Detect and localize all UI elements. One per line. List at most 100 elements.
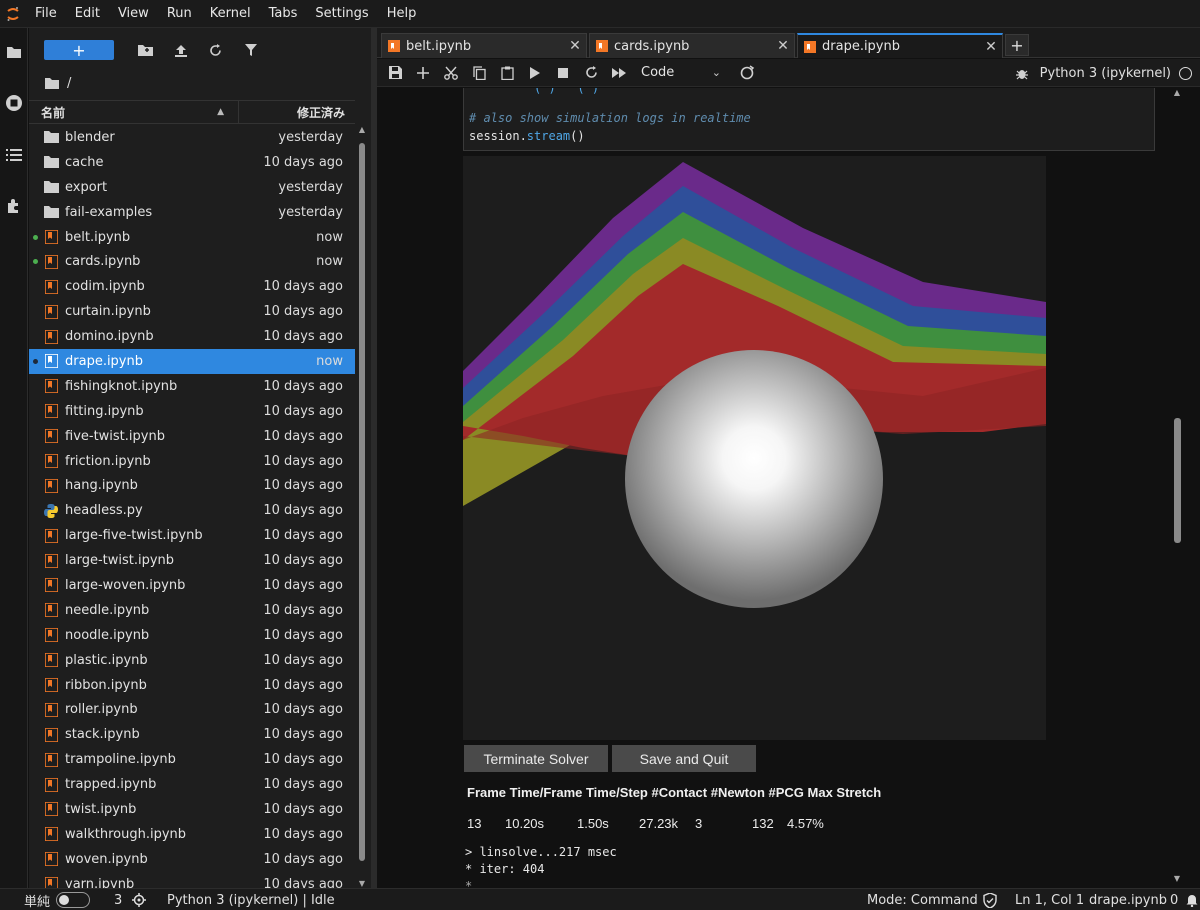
breadcrumb-path[interactable]: / [67, 76, 71, 91]
scrollbar-thumb[interactable] [359, 143, 365, 861]
file-row[interactable]: drape.ipynb now [29, 349, 355, 374]
file-row[interactable]: twist.ipynb 10 days ago [29, 797, 355, 822]
refresh-icon[interactable] [198, 38, 233, 62]
copy-icon[interactable] [465, 61, 493, 85]
notebook-scrollbar[interactable]: ▲ ▼ [1170, 88, 1184, 883]
file-row[interactable]: fitting.ipynb 10 days ago [29, 399, 355, 424]
paste-icon[interactable] [493, 61, 521, 85]
menu-run[interactable]: Run [158, 0, 201, 28]
file-row[interactable]: plastic.ipynb 10 days ago [29, 648, 355, 673]
simple-mode-toggle[interactable] [56, 892, 91, 908]
file-row[interactable]: large-woven.ipynb 10 days ago [29, 573, 355, 598]
terminal-count-group[interactable]: 3 [114, 889, 147, 910]
file-row[interactable]: cache 10 days ago [29, 150, 355, 175]
close-icon[interactable]: ✕ [564, 38, 586, 54]
notification-bell-icon[interactable] [1186, 889, 1198, 910]
simulation-viewport[interactable] [463, 156, 1046, 740]
breadcrumb-folder-icon[interactable] [45, 77, 59, 89]
restart-run-all-icon[interactable] [605, 61, 633, 85]
scroll-down-arrow-icon[interactable]: ▼ [1172, 874, 1182, 883]
table-of-contents-icon[interactable] [0, 141, 28, 169]
file-row[interactable]: fishingknot.ipynb 10 days ago [29, 374, 355, 399]
file-row[interactable]: woven.ipynb 10 days ago [29, 847, 355, 872]
upload-icon[interactable] [163, 38, 198, 62]
save-icon[interactable] [381, 61, 409, 85]
file-row[interactable]: yarn.ipynb 10 days ago [29, 872, 355, 888]
save-and-quit-button[interactable]: Save and Quit [612, 745, 756, 772]
stat-newton: 3 [695, 816, 703, 831]
run-cell-icon[interactable] [521, 61, 549, 85]
file-row[interactable]: walkthrough.ipynb 10 days ago [29, 822, 355, 847]
notebook-icon [43, 826, 59, 842]
terminate-solver-button[interactable]: Terminate Solver [464, 745, 608, 772]
new-launcher-button[interactable]: + [44, 40, 114, 60]
file-row[interactable]: trampoline.ipynb 10 days ago [29, 747, 355, 772]
code-cell[interactable]: ( ) ( ) # also show simulation logs in r… [463, 88, 1155, 151]
file-row[interactable]: cards.ipynb now [29, 249, 355, 274]
file-row[interactable]: large-twist.ipynb 10 days ago [29, 548, 355, 573]
file-row[interactable]: domino.ipynb 10 days ago [29, 324, 355, 349]
trusted-shield-icon[interactable] [983, 889, 997, 910]
filter-icon[interactable] [233, 38, 268, 62]
scroll-down-arrow-icon[interactable]: ▼ [357, 879, 367, 888]
file-modified: 10 days ago [263, 752, 343, 768]
column-header-name[interactable]: 名前 ▲ [29, 101, 239, 123]
file-modified: 10 days ago [263, 677, 343, 693]
menu-tabs[interactable]: Tabs [260, 0, 307, 28]
notification-count[interactable]: 0 [1170, 889, 1178, 910]
tab-belt[interactable]: belt.ipynb ✕ [381, 33, 587, 58]
insert-cell-plus-icon[interactable] [409, 61, 437, 85]
cut-icon[interactable] [437, 61, 465, 85]
close-icon[interactable]: ✕ [772, 38, 794, 54]
file-row[interactable]: fail-examples yesterday [29, 200, 355, 225]
debugger-bug-icon[interactable] [1015, 67, 1028, 80]
menu-view[interactable]: View [109, 0, 158, 28]
extensions-puzzle-icon[interactable] [0, 192, 28, 220]
close-icon[interactable]: ✕ [980, 39, 1002, 55]
scroll-up-arrow-icon[interactable]: ▲ [357, 125, 367, 134]
scrollbar-thumb[interactable] [1174, 418, 1181, 543]
file-modified: 10 days ago [263, 279, 343, 295]
menu-kernel[interactable]: Kernel [201, 0, 260, 28]
file-row[interactable]: belt.ipynb now [29, 225, 355, 250]
menu-file[interactable]: File [26, 0, 66, 28]
folder-icon[interactable] [0, 38, 28, 66]
file-modified: 10 days ago [263, 478, 343, 494]
file-list-scrollbar[interactable]: ▲ ▼ [357, 125, 367, 888]
file-row[interactable]: trapped.ipynb 10 days ago [29, 772, 355, 797]
file-row[interactable]: five-twist.ipynb 10 days ago [29, 424, 355, 449]
file-row[interactable]: roller.ipynb 10 days ago [29, 697, 355, 722]
file-row[interactable]: headless.py 10 days ago [29, 498, 355, 523]
git-diff-icon[interactable] [733, 61, 761, 85]
file-row[interactable]: large-five-twist.ipynb 10 days ago [29, 523, 355, 548]
file-row[interactable]: noodle.ipynb 10 days ago [29, 623, 355, 648]
file-row[interactable]: ribbon.ipynb 10 days ago [29, 673, 355, 698]
new-tab-plus-icon[interactable]: + [1005, 34, 1029, 56]
file-row[interactable]: needle.ipynb 10 days ago [29, 598, 355, 623]
notebook-icon [43, 528, 59, 544]
menu-help[interactable]: Help [378, 0, 426, 28]
restart-kernel-icon[interactable] [577, 61, 605, 85]
file-row[interactable]: friction.ipynb 10 days ago [29, 449, 355, 474]
file-row[interactable]: export yesterday [29, 175, 355, 200]
log-line-partial: * ... [465, 879, 502, 888]
file-row[interactable]: curtain.ipynb 10 days ago [29, 299, 355, 324]
code-line-partial: ( ) ( ) [469, 88, 600, 95]
file-row[interactable]: blender yesterday [29, 125, 355, 150]
menu-edit[interactable]: Edit [66, 0, 109, 28]
cursor-position[interactable]: Ln 1, Col 1 [1015, 889, 1084, 910]
file-row[interactable]: stack.ipynb 10 days ago [29, 722, 355, 747]
tab-cards[interactable]: cards.ipynb ✕ [589, 33, 795, 58]
cell-type-select[interactable]: Code ⌄ [641, 62, 725, 84]
file-row[interactable]: codim.ipynb 10 days ago [29, 274, 355, 299]
scroll-up-arrow-icon[interactable]: ▲ [1172, 88, 1182, 97]
tab-drape[interactable]: drape.ipynb ✕ [797, 33, 1003, 58]
running-sessions-icon[interactable] [0, 89, 28, 117]
kernel-status[interactable]: Python 3 (ipykernel) | Idle [167, 889, 335, 910]
menu-settings[interactable]: Settings [306, 0, 377, 28]
column-header-modified[interactable]: 修正済み [239, 104, 355, 121]
interrupt-stop-icon[interactable] [549, 61, 577, 85]
new-folder-icon[interactable] [128, 38, 163, 62]
kernel-name-button[interactable]: Python 3 (ipykernel) [1040, 66, 1171, 81]
file-row[interactable]: hang.ipynb 10 days ago [29, 473, 355, 498]
